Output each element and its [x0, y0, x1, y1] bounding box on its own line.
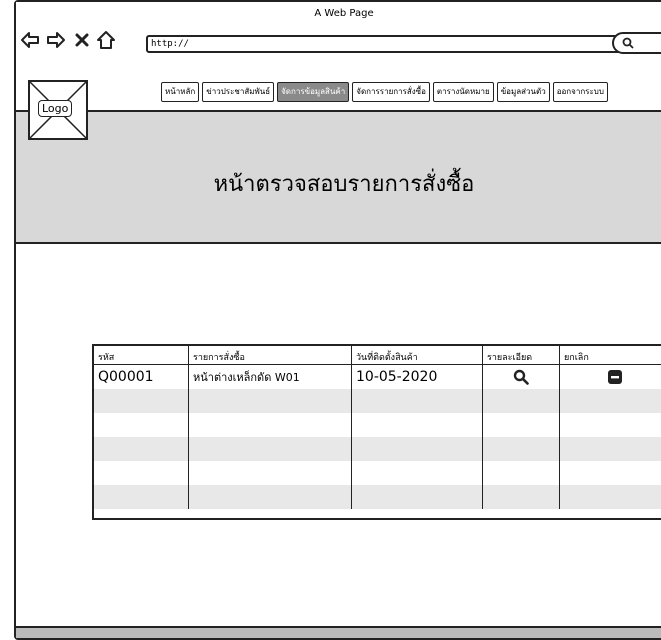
logo-placeholder[interactable]: Logo	[28, 80, 88, 140]
search-icon[interactable]	[513, 369, 529, 385]
table-header-row: รหัส รายการสั่งซื้อ วันที่ติดตั้งสินค้า …	[94, 346, 661, 365]
table-row	[94, 485, 661, 509]
column-header-cancel: ยกเลิก	[560, 346, 661, 365]
bottom-status-bar	[16, 626, 661, 638]
orders-table: รหัส รายการสั่งซื้อ วันที่ติดตั้งสินค้า …	[92, 344, 661, 520]
main-menu: หน้าหลัก ข่าวประชาสัมพันธ์ จัดการข้อมูลส…	[161, 82, 608, 102]
menu-item-home[interactable]: หน้าหลัก	[161, 82, 199, 102]
table-row	[94, 461, 661, 485]
table-row	[94, 413, 661, 437]
menu-item-profile[interactable]: ข้อมูลส่วนตัว	[497, 82, 550, 102]
install-date-cell: 10-05-2020	[352, 365, 483, 390]
column-header-order-item: รายการสั่งซื้อ	[189, 346, 352, 365]
details-cell	[483, 365, 560, 390]
menu-item-news[interactable]: ข่าวประชาสัมพันธ์	[202, 82, 274, 102]
logo-label: Logo	[38, 100, 72, 117]
forward-arrow-icon[interactable]	[46, 30, 66, 50]
top-nav-bar: หน้าหลัก ข่าวประชาสัมพันธ์ จัดการข้อมูลส…	[16, 66, 661, 112]
table-row	[94, 437, 661, 461]
menu-item-logout[interactable]: ออกจากระบบ	[553, 82, 608, 102]
table-row	[94, 389, 661, 413]
page-header: หน้าหลัก ข่าวประชาสัมพันธ์ จัดการข้อมูลส…	[16, 66, 661, 244]
home-icon[interactable]	[96, 30, 116, 50]
table-row: Q00001 หน้าต่างเหล็กดัด W01 10-05-2020	[94, 365, 661, 390]
browser-search-field[interactable]	[612, 32, 661, 54]
menu-item-manage-products[interactable]: จัดการข้อมูลสินค้า	[277, 82, 349, 102]
order-item-cell: หน้าต่างเหล็กดัด W01	[189, 365, 352, 390]
browser-titlebar: A Web Page http://	[16, 2, 661, 68]
menu-item-appointments[interactable]: ตารางนัดหมาย	[433, 82, 494, 102]
page-title: หน้าตรวจสอบรายการสั่งซื้อ	[16, 166, 661, 201]
close-x-icon[interactable]	[72, 30, 92, 50]
search-icon	[622, 37, 634, 49]
minus-box-icon[interactable]	[607, 369, 623, 385]
column-header-id: รหัส	[94, 346, 189, 365]
menu-item-manage-orders[interactable]: จัดการรายการสั่งซื้อ	[352, 82, 430, 102]
browser-window: A Web Page http:// หน้าหลัก ข่าวประชาสัม…	[14, 0, 661, 640]
column-header-install-date: วันที่ติดตั้งสินค้า	[352, 346, 483, 365]
cancel-cell	[560, 365, 661, 390]
window-title: A Web Page	[16, 8, 661, 19]
url-input[interactable]: http://	[146, 35, 641, 53]
back-arrow-icon[interactable]	[20, 30, 40, 50]
order-id-cell: Q00001	[94, 365, 189, 390]
column-header-details: รายละเอียด	[483, 346, 560, 365]
